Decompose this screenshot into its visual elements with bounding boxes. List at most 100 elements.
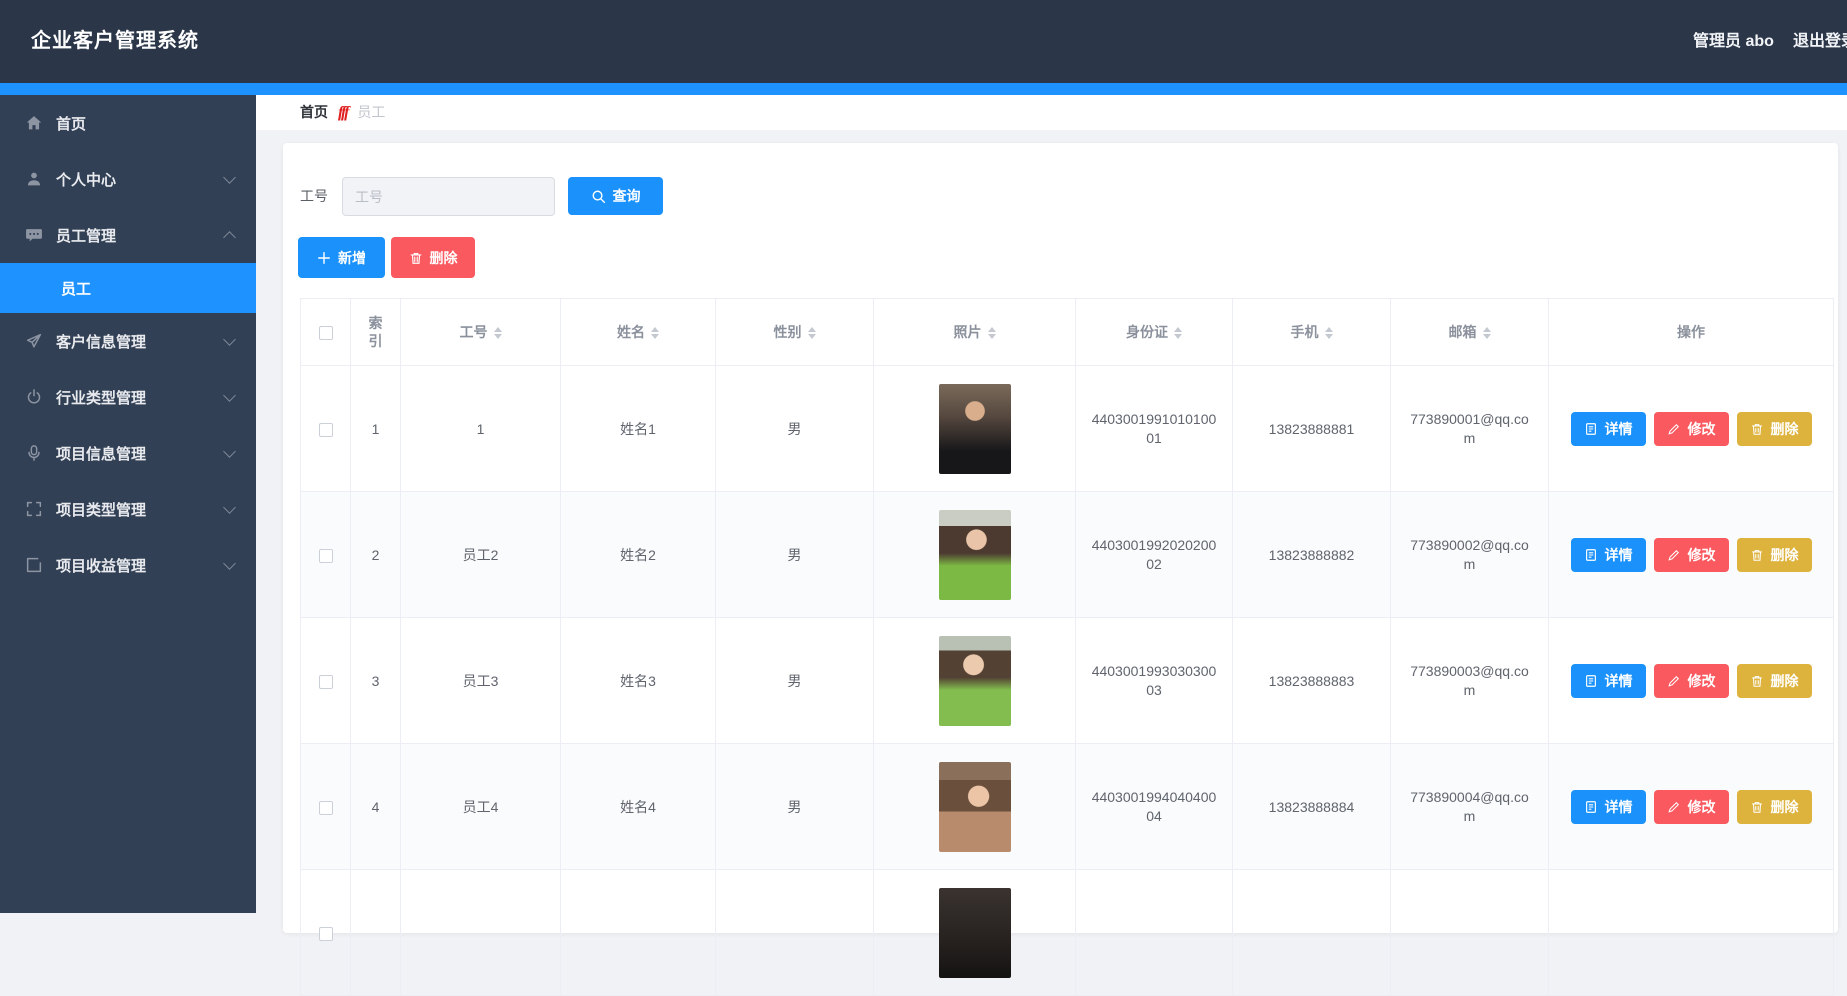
breadcrumb-home[interactable]: 首页 — [300, 95, 328, 130]
document-icon — [1585, 422, 1596, 435]
send-icon — [25, 332, 43, 350]
sidebar-item-label: 个人中心 — [56, 171, 117, 189]
cell-index: 1 — [350, 365, 401, 492]
trash-icon — [1751, 423, 1762, 435]
trash-icon — [1751, 801, 1762, 813]
cell-email: 773890002@qq.com — [1410, 536, 1529, 572]
detail-button[interactable]: 详情 — [1570, 789, 1646, 824]
cell-id-card: 440300199101010001 — [1091, 410, 1217, 446]
user-menu[interactable]: 管理员 abo — [1693, 0, 1774, 83]
sort-icon[interactable] — [651, 327, 659, 340]
sidebar-item-home[interactable]: 首页 — [0, 95, 256, 151]
col-email[interactable]: 邮箱 — [1390, 298, 1549, 366]
cell-id-card: 440300199404040004 — [1091, 788, 1217, 824]
sort-icon[interactable] — [493, 327, 502, 340]
col-photo[interactable]: 照片 — [873, 298, 1076, 366]
document-icon — [1585, 674, 1596, 687]
row-delete-button[interactable]: 删除 — [1736, 663, 1812, 698]
document-icon — [1585, 800, 1596, 813]
cell-id-card: 440300199303030003 — [1091, 662, 1217, 698]
col-emp-no[interactable]: 工号 — [400, 298, 561, 366]
sidebar-item-label: 员工管理 — [56, 227, 117, 245]
select-all-checkbox[interactable] — [318, 326, 333, 341]
sidebar-item-label: 首页 — [56, 115, 87, 133]
table-row: 1 1 姓名1 男 440300199101010001 13823888881… — [300, 365, 1834, 492]
search-input[interactable] — [342, 177, 555, 216]
breadcrumb-current: 员工 — [357, 104, 386, 120]
row-delete-button[interactable]: 删除 — [1736, 411, 1812, 446]
detail-button[interactable]: 详情 — [1570, 663, 1646, 698]
pencil-icon — [1667, 423, 1679, 435]
sidebar-item-label: 行业类型管理 — [56, 389, 147, 407]
trash-icon — [410, 252, 421, 264]
row-checkbox[interactable] — [318, 800, 333, 815]
col-name[interactable]: 姓名 — [560, 298, 716, 366]
user-icon — [25, 170, 43, 188]
edit-button[interactable]: 修改 — [1653, 411, 1729, 446]
cell-name: 姓名3 — [560, 617, 716, 744]
row-delete-button[interactable]: 删除 — [1736, 789, 1812, 824]
chevron-down-icon — [223, 445, 236, 458]
pencil-icon — [1667, 801, 1679, 813]
sort-icon[interactable] — [987, 327, 996, 340]
home-icon — [25, 114, 43, 132]
row-delete-button[interactable]: 删除 — [1736, 537, 1812, 572]
main-card: 工号 查询 新增 删除 索引 工号 姓名 性别 — [283, 143, 1838, 996]
row-checkbox[interactable] — [318, 926, 333, 941]
edit-button[interactable]: 修改 — [1653, 789, 1729, 824]
chevron-down-icon — [223, 171, 236, 184]
employee-photo — [938, 635, 1011, 726]
add-button[interactable]: 新增 — [298, 237, 385, 278]
edit-button[interactable]: 修改 — [1653, 537, 1729, 572]
col-gender[interactable]: 性别 — [715, 298, 874, 366]
plus-icon — [318, 251, 330, 264]
employee-photo — [938, 383, 1011, 474]
microphone-icon — [25, 444, 43, 462]
sidebar-item-project-info[interactable]: 项目信息管理 — [0, 425, 256, 481]
cell-phone: 13823888884 — [1232, 743, 1391, 870]
chevron-up-icon — [223, 231, 236, 244]
cell-emp-no: 员工2 — [400, 491, 561, 618]
sort-icon[interactable] — [1174, 327, 1182, 340]
search-button[interactable]: 查询 — [568, 177, 663, 215]
cell-index — [350, 869, 401, 996]
cell-email: 773890004@qq.com — [1410, 788, 1529, 824]
logout-link[interactable]: 退出登录 — [1793, 0, 1847, 83]
employee-photo — [938, 887, 1011, 978]
delete-button[interactable]: 删除 — [391, 237, 475, 278]
sort-icon[interactable] — [1324, 327, 1333, 340]
cell-gender: 男 — [715, 617, 874, 744]
search-button-label: 查询 — [612, 188, 641, 204]
pencil-icon — [1667, 675, 1679, 687]
edit-button[interactable]: 修改 — [1653, 663, 1729, 698]
detail-button[interactable]: 详情 — [1570, 537, 1646, 572]
sidebar-subitem-employee[interactable]: 员工 — [0, 263, 256, 313]
sidebar-item-customer-info[interactable]: 客户信息管理 — [0, 313, 256, 369]
sidebar-item-project-revenue[interactable]: 项目收益管理 — [0, 537, 256, 593]
cell-id-card: 440300199202020002 — [1091, 536, 1217, 572]
power-icon — [25, 388, 43, 406]
breadcrumb-separator: fff — [338, 104, 349, 121]
sidebar-item-profile[interactable]: 个人中心 — [0, 151, 256, 207]
sort-icon[interactable] — [1482, 327, 1491, 340]
table-header-row: 索引 工号 姓名 性别 照片 身份证 手机 邮箱 操作 — [300, 298, 1834, 366]
cell-index: 3 — [350, 617, 401, 744]
table-row: 3 员工3 姓名3 男 440300199303030003 138238888… — [300, 617, 1834, 744]
col-phone[interactable]: 手机 — [1232, 298, 1391, 366]
cell-gender: 男 — [715, 743, 874, 870]
cell-phone: 13823888883 — [1232, 617, 1391, 744]
sidebar-item-label: 项目类型管理 — [56, 501, 147, 519]
col-id-card[interactable]: 身份证 — [1075, 298, 1233, 366]
sidebar-item-project-type[interactable]: 项目类型管理 — [0, 481, 256, 537]
trash-icon — [1751, 675, 1762, 687]
sort-icon[interactable] — [807, 327, 816, 340]
detail-button[interactable]: 详情 — [1570, 411, 1646, 446]
sidebar-item-employee-management[interactable]: 员工管理 — [0, 207, 256, 263]
cell-phone: 13823888881 — [1232, 365, 1391, 492]
row-checkbox[interactable] — [318, 422, 333, 437]
row-checkbox[interactable] — [318, 674, 333, 689]
row-checkbox[interactable] — [318, 548, 333, 563]
cell-gender — [715, 869, 874, 996]
sidebar-item-industry-type[interactable]: 行业类型管理 — [0, 369, 256, 425]
table-row: 4 员工4 姓名4 男 440300199404040004 138238888… — [300, 743, 1834, 870]
